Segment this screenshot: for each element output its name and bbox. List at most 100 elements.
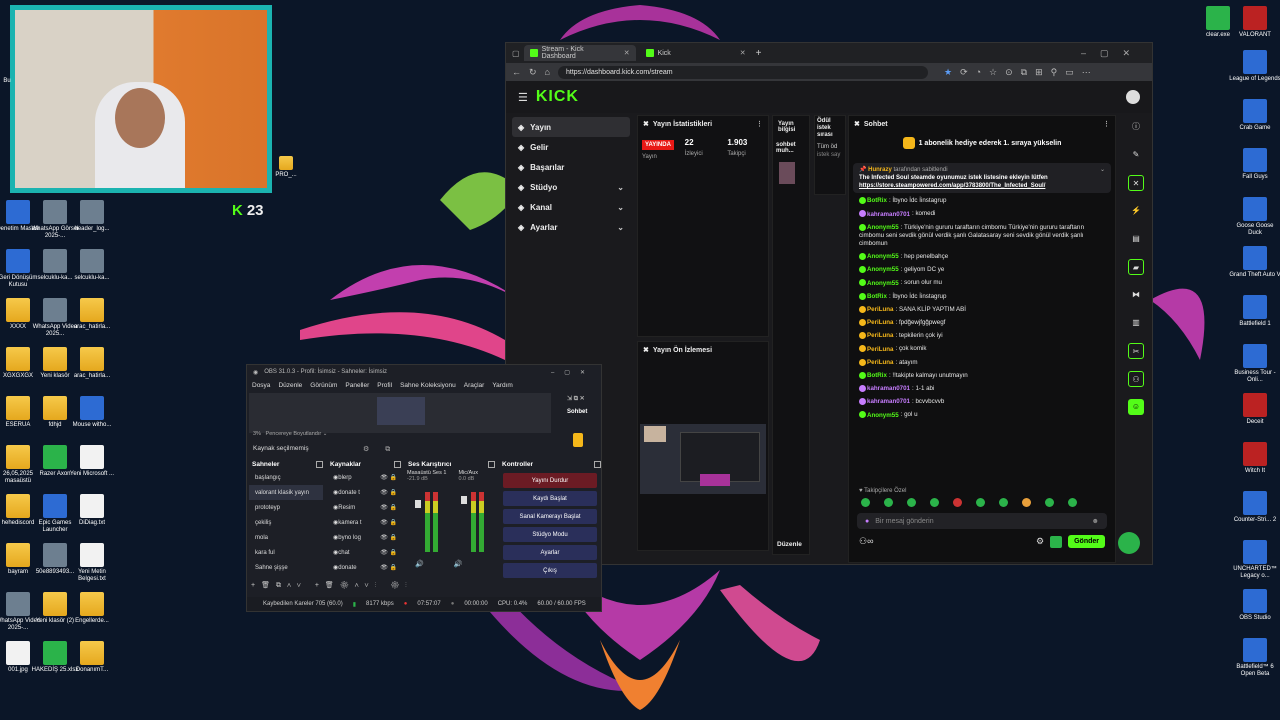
dock-float-icon[interactable] bbox=[394, 460, 401, 468]
menu-icon[interactable]: ☰ bbox=[518, 91, 528, 104]
source-item[interactable]: ◉ donate 👁 🔒 bbox=[327, 560, 401, 575]
people-icon[interactable]: ⚇ bbox=[1128, 371, 1144, 387]
dock-float-icon[interactable] bbox=[594, 460, 601, 468]
sidebar-item-3[interactable]: ◈ Stüdyo ⌄ bbox=[512, 177, 630, 197]
desktop-icon[interactable]: header_log... bbox=[66, 200, 118, 233]
chat-username[interactable]: Anonym55 bbox=[867, 224, 899, 231]
visibility-lock-icons[interactable]: 👁 🔒 bbox=[380, 534, 397, 541]
scene-item[interactable]: çekiliş bbox=[249, 515, 323, 530]
desktop-icon[interactable]: arac_hatirla... bbox=[66, 347, 118, 380]
obs-menu-item[interactable]: Paneller bbox=[345, 382, 369, 389]
source-props-icons[interactable]: ⚙⧉ bbox=[363, 445, 406, 454]
obs-zoom[interactable]: 3% Pencereye Boyutlandır ⌄ bbox=[253, 431, 327, 437]
obs-control-button[interactable]: Çıkış bbox=[503, 563, 597, 578]
visibility-lock-icons[interactable]: 👁 🔒 bbox=[380, 519, 397, 526]
chat-username[interactable]: PeriLuna bbox=[867, 359, 893, 366]
tab-actions-icon[interactable]: ▢ bbox=[512, 49, 520, 58]
desktop-icon[interactable]: DonanımT... bbox=[66, 641, 118, 674]
url-field[interactable]: https://dashboard.kick.com/stream bbox=[557, 65, 928, 79]
emote-icon[interactable] bbox=[1068, 498, 1077, 507]
desktop-icon[interactable]: Yeni Metin Belgesi.txt bbox=[66, 543, 118, 583]
source-item[interactable]: ◉ donate t 👁 🔒 bbox=[327, 485, 401, 500]
obs-control-button[interactable]: Ayarlar bbox=[503, 545, 597, 560]
desktop-icon[interactable]: Yeni Microsoft ... bbox=[66, 445, 118, 478]
desktop-icon-pro[interactable]: PRO_... bbox=[272, 156, 300, 179]
chat-username[interactable]: Anonym55 bbox=[867, 253, 899, 260]
scene-item[interactable]: valorant klasik yayın bbox=[249, 485, 323, 500]
close-tab-icon[interactable]: ✕ bbox=[624, 49, 630, 57]
emoji-icon[interactable]: ☻ bbox=[1092, 518, 1099, 525]
desktop-icon[interactable]: Battlefield 1 bbox=[1229, 295, 1280, 328]
desktop-icon[interactable]: Witch It bbox=[1229, 442, 1280, 475]
sidebar-item-1[interactable]: ◈ Gelir bbox=[512, 137, 630, 157]
obs-control-button[interactable]: Sanal Kamerayı Başlat bbox=[503, 509, 597, 524]
chat-username[interactable]: kahraman0701 bbox=[867, 385, 910, 392]
desktop-icon[interactable]: Counter-Stri... 2 bbox=[1229, 491, 1280, 524]
desktop-icon[interactable]: Crab Game bbox=[1229, 99, 1280, 132]
chat-username[interactable]: PeriLuna bbox=[867, 332, 893, 339]
emote-icon[interactable] bbox=[1022, 498, 1031, 507]
dock-float-icon[interactable] bbox=[316, 460, 323, 468]
scene-item[interactable]: Sahne şişşe bbox=[249, 560, 323, 575]
mute-icons[interactable]: 🔊🔊 bbox=[415, 560, 492, 568]
window-controls[interactable]: –▢✕ bbox=[551, 369, 595, 376]
kick-floating-button[interactable] bbox=[1118, 532, 1140, 554]
volume-slider-handle[interactable] bbox=[415, 500, 421, 508]
chat-username[interactable]: kahraman0701 bbox=[867, 211, 910, 218]
more-icon[interactable]: ⋮ bbox=[1103, 120, 1110, 128]
chat-username[interactable]: BotRix bbox=[867, 197, 887, 204]
sidebar-item-5[interactable]: ◈ Ayarlar ⌄ bbox=[512, 217, 630, 237]
chat-tools-icon[interactable]: ⚇∞ bbox=[859, 536, 873, 547]
desktop-icon-partial[interactable]: Bu bbox=[0, 78, 14, 85]
scene-item[interactable]: mola bbox=[249, 530, 323, 545]
obs-menu-item[interactable]: Sahne Koleksiyonu bbox=[400, 382, 456, 389]
desktop-icon[interactable]: League of Legends bbox=[1229, 50, 1280, 83]
window-controls[interactable]: –▢✕ bbox=[1081, 48, 1144, 59]
emote-icon[interactable] bbox=[976, 498, 985, 507]
desktop-icon[interactable]: UNCHARTED™ Legacy o... bbox=[1229, 540, 1280, 580]
tab-kick[interactable]: Kick ✕ bbox=[640, 45, 752, 61]
info-icon[interactable]: ⓘ bbox=[1128, 119, 1144, 135]
scene-item[interactable]: başlangıç bbox=[249, 470, 323, 485]
desktop-icon[interactable]: Grand Theft Auto V bbox=[1229, 246, 1280, 279]
visibility-lock-icons[interactable]: 👁 🔒 bbox=[380, 504, 397, 511]
pinned-link[interactable]: https://store.steampowered.com/app/37838… bbox=[859, 182, 1105, 190]
source-item[interactable]: ◉ chat 👁 🔒 bbox=[327, 545, 401, 560]
obs-menu-item[interactable]: Profil bbox=[377, 382, 392, 389]
new-tab-icon[interactable]: + bbox=[756, 48, 762, 59]
chat-username[interactable]: PeriLuna bbox=[867, 319, 893, 326]
volume-slider-handle[interactable] bbox=[461, 496, 467, 504]
desktop-icon[interactable]: Deceit bbox=[1229, 393, 1280, 426]
visibility-lock-icons[interactable]: 👁 🔒 bbox=[380, 474, 397, 481]
obs-control-button[interactable]: Yayını Durdur bbox=[503, 473, 597, 488]
bot-icon[interactable]: ☺ bbox=[1128, 399, 1144, 415]
chat-username[interactable]: BotRix bbox=[867, 372, 887, 379]
obs-menu-item[interactable]: Yardım bbox=[492, 382, 512, 389]
toolbar-extensions[interactable]: ⟳◔☆⊙⧉⊞⚲▭⋯ bbox=[960, 67, 1099, 78]
source-item[interactable]: ◉ Resim 👁 🔒 bbox=[327, 500, 401, 515]
scene-toolbar[interactable]: +🗑⧉∧∨ +🗑⚙∧∨⋮ ⚙⋮ bbox=[251, 581, 413, 590]
kick-logo[interactable]: KICK bbox=[536, 88, 579, 106]
source-item[interactable]: ◉ blerp 👁 🔒 bbox=[327, 470, 401, 485]
sub-goal-banner[interactable]: 1 abonelik hediye ederek 1. sıraya yükse… bbox=[849, 137, 1115, 149]
pencil-icon[interactable]: ✎ bbox=[1128, 147, 1144, 163]
obs-menu-item[interactable]: Araçlar bbox=[464, 382, 485, 389]
desktop-icon[interactable]: selcuklu-ka... bbox=[66, 249, 118, 282]
chat-username[interactable]: PeriLuna bbox=[867, 346, 893, 353]
emote-icon[interactable] bbox=[930, 498, 939, 507]
chat-bubble-icon[interactable]: ▰ bbox=[1128, 259, 1144, 275]
back-icon[interactable]: ← bbox=[512, 67, 521, 77]
printer-icon[interactable]: ▥ bbox=[1128, 315, 1144, 331]
desktop-icon[interactable]: arac_hatirla... bbox=[66, 298, 118, 331]
desktop-icon[interactable]: Fall Guys bbox=[1229, 148, 1280, 181]
desktop-icon[interactable]: OBS Studio bbox=[1229, 589, 1280, 622]
emote-icon[interactable] bbox=[1045, 498, 1054, 507]
source-item[interactable]: ◉ kamera t 👁 🔒 bbox=[327, 515, 401, 530]
more-icon[interactable]: ⋮ bbox=[756, 120, 763, 128]
visibility-lock-icons[interactable]: 👁 🔒 bbox=[380, 549, 397, 556]
lightning-icon[interactable]: ⚡ bbox=[1128, 203, 1144, 219]
obs-menu-item[interactable]: Düzenle bbox=[278, 382, 302, 389]
sidebar-item-4[interactable]: ◈ Kanal ⌄ bbox=[512, 197, 630, 217]
chat-username[interactable]: Anonym55 bbox=[867, 412, 899, 419]
close-icon[interactable]: ✕ bbox=[1128, 175, 1144, 191]
